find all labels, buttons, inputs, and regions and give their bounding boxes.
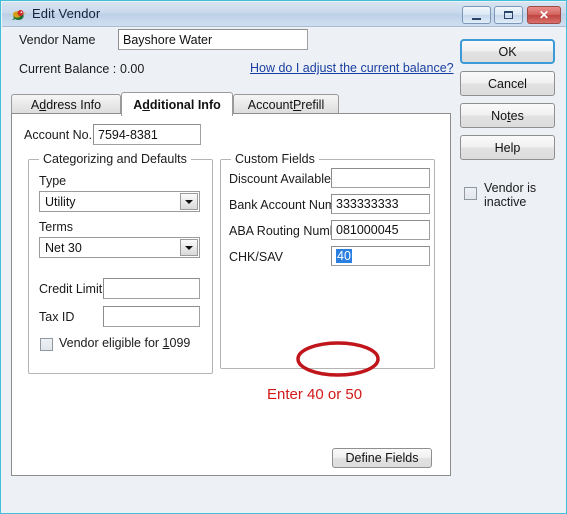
enter-40-or-50-annotation: Enter 40 or 50 [267,386,363,403]
maximize-button[interactable] [494,6,523,24]
edit-vendor-dialog: Edit Vendor ✕ Vendor Name Bayshore Water… [0,0,567,514]
adjust-balance-link[interactable]: How do I adjust the current balance? [250,61,454,75]
discount-available-input[interactable] [331,168,430,188]
type-dropdown[interactable]: Utility [39,191,200,212]
vendor-name-input[interactable]: Bayshore Water [118,29,308,50]
vendor-is-inactive-label: Vendor is inactive [484,181,537,209]
discount-available-label: Discount Available [229,172,331,186]
eligible-1099-label-post: 099 [169,336,191,350]
categorizing-group-title: Categorizing and Defaults [39,152,191,166]
tab-address-info[interactable]: Ad dress Info [11,94,121,114]
tab-address-info-accel: d [39,97,47,112]
chk-sav-value: 40 [336,249,352,263]
chevron-down-icon[interactable] [180,193,198,210]
eligible-1099-accel: 1 [162,336,170,350]
account-no-input[interactable]: 7594-8381 [93,124,201,145]
bank-account-number-input[interactable]: 333333333 [331,194,430,214]
tab-account-prefill-accel: P [292,97,302,112]
chevron-down-icon[interactable] [180,239,198,256]
minimize-icon [463,7,490,23]
tab-additional-info-accel: d [142,97,150,112]
notes-label-post: es [510,108,524,123]
bank-account-number-value: 333333333 [336,197,399,211]
terms-value: Net 30 [45,240,82,255]
close-button[interactable]: ✕ [527,6,561,24]
tab-additional-info-label-rest: ditional Info [149,97,221,112]
tax-id-label: Tax ID [39,310,75,324]
custom-fields-group: Custom Fields Discount Available Bank Ac… [220,152,435,369]
vendor-name-label: Vendor Name [19,33,96,47]
help-button[interactable]: Help [460,135,555,160]
aba-routing-number-input[interactable]: 081000045 [331,220,430,240]
additional-info-panel: Account No. 7594-8381 Categorizing and D… [11,113,451,476]
notes-button[interactable]: No t es [460,103,555,128]
type-label: Type [39,174,67,188]
categorizing-and-defaults-group: Categorizing and Defaults Type Utility T… [28,152,213,374]
aba-routing-number-label: ABA Routing Number [229,224,348,238]
credit-limit-input[interactable] [103,278,200,299]
define-fields-button[interactable]: Define Fields [332,448,432,468]
terms-label: Terms [39,220,74,234]
type-value: Utility [45,194,76,209]
custom-fields-group-title: Custom Fields [231,152,319,166]
chk-sav-input[interactable]: 40 [331,246,430,266]
vendor-is-inactive-checkbox[interactable] [464,187,477,200]
window-title: Edit Vendor [32,6,101,21]
aba-routing-number-value: 081000045 [336,223,399,237]
tab-account-prefill-label-rest: refill [301,97,325,112]
vendor-eligible-1099-label: Vendor eligible for 1099 [59,336,190,350]
vendor-bird-icon [12,10,27,20]
current-balance-value: 0.00 [120,62,145,76]
current-balance-label: Current Balance : [19,62,117,76]
maximize-icon [495,7,522,23]
account-no-value: 7594-8381 [98,127,158,142]
vendor-name-value: Bayshore Water [123,32,213,47]
chk-sav-label: CHK/SAV [229,250,283,264]
tax-id-input[interactable] [103,306,200,327]
credit-limit-label: Credit Limit [39,282,103,296]
ok-button[interactable]: OK [460,39,555,64]
vendor-eligible-1099-checkbox[interactable] [40,338,53,351]
tab-account-prefill-label: Account [247,97,293,112]
close-icon: ✕ [538,8,550,22]
minimize-button[interactable] [462,6,491,24]
tab-account-prefill[interactable]: Account Prefill [233,94,339,114]
notes-label-pre: No [491,108,508,123]
terms-dropdown[interactable]: Net 30 [39,237,200,258]
tab-address-info-label: A [30,97,40,112]
cancel-button[interactable]: Cancel [460,71,555,96]
title-bar[interactable]: Edit Vendor ✕ [2,2,566,27]
tab-address-info-label-rest: dress Info [46,97,102,112]
eligible-1099-label-pre: Vendor eligible for [59,336,163,350]
tab-additional-info[interactable]: Ad ditional Info [121,92,233,116]
account-no-label: Account No. [24,128,93,142]
tab-additional-info-label: A [133,97,143,112]
tab-strip: Ad dress Info Ad ditional Info Account Pre… [11,92,451,116]
